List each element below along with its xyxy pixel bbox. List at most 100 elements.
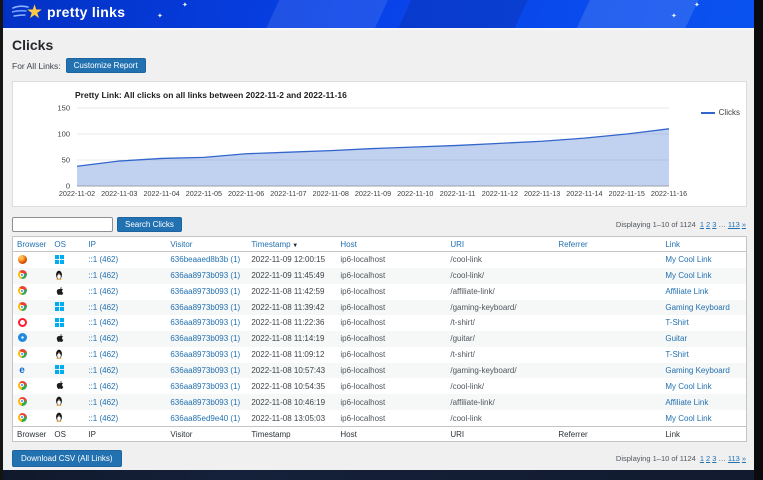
visitor-link[interactable]: 636aa8973b093 (1) bbox=[170, 318, 240, 327]
windows-os-icon bbox=[54, 254, 64, 264]
ip-link[interactable]: ::1 (462) bbox=[88, 318, 118, 327]
col-header-os[interactable]: OS bbox=[50, 427, 84, 442]
cell-visitor: 636aa8973b093 (1) bbox=[166, 378, 247, 394]
report-toolbar: For All Links: Customize Report bbox=[12, 58, 747, 73]
search-input[interactable] bbox=[12, 217, 113, 232]
table-row: ::1 (462)636aa8973b093 (1)2022-11-08 11:… bbox=[13, 315, 747, 331]
col-header-referrer[interactable]: Referrer bbox=[554, 427, 661, 442]
cell-ip: ::1 (462) bbox=[84, 378, 166, 394]
visitor-link[interactable]: 636aa8973b093 (1) bbox=[170, 366, 240, 375]
page-link-1[interactable]: 1 bbox=[700, 454, 704, 463]
link-name-link[interactable]: Gaming Keyboard bbox=[665, 303, 729, 312]
table-row: ::1 (462)636aa8973b093 (1)2022-11-08 11:… bbox=[13, 331, 747, 347]
table-row: ::1 (462)636beaaed8b3b (1)2022-11-09 12:… bbox=[13, 252, 747, 268]
cell-ip: ::1 (462) bbox=[84, 394, 166, 410]
ip-link[interactable]: ::1 (462) bbox=[88, 334, 118, 343]
col-header-link[interactable]: Link bbox=[661, 237, 746, 252]
link-name-link[interactable]: My Cool Link bbox=[665, 382, 711, 391]
visitor-link[interactable]: 636aa8973b093 (1) bbox=[170, 303, 240, 312]
visitor-link[interactable]: 636aa8973b093 (1) bbox=[170, 271, 240, 280]
ip-link[interactable]: ::1 (462) bbox=[88, 414, 118, 423]
link-name-link[interactable]: Affiliate Link bbox=[665, 398, 708, 407]
cell-os bbox=[50, 410, 84, 427]
window-edge-right bbox=[754, 0, 763, 480]
cell-link: T-Shirt bbox=[661, 347, 746, 363]
ip-link[interactable]: ::1 (462) bbox=[88, 398, 118, 407]
col-header-timestamp[interactable]: Timestamp bbox=[247, 427, 336, 442]
cell-visitor: 636beaaed8b3b (1) bbox=[166, 252, 247, 268]
logo-text: pretty links bbox=[47, 4, 125, 20]
page-link-3[interactable]: 3 bbox=[712, 454, 716, 463]
link-name-link[interactable]: T-Shirt bbox=[665, 350, 689, 359]
col-header-ip[interactable]: IP bbox=[84, 427, 166, 442]
visitor-link[interactable]: 636aa8973b093 (1) bbox=[170, 287, 240, 296]
page-link-113[interactable]: 113 bbox=[728, 220, 740, 229]
ip-link[interactable]: ::1 (462) bbox=[88, 287, 118, 296]
col-header-timestamp[interactable]: Timestamp ▼ bbox=[247, 237, 336, 252]
link-name-link[interactable]: My Cool Link bbox=[665, 271, 711, 280]
cell-uri: /affiliate-link/ bbox=[446, 284, 554, 300]
page-link-»[interactable]: » bbox=[742, 220, 746, 229]
cell-timestamp: 2022-11-08 11:42:59 bbox=[247, 284, 336, 300]
customize-report-button[interactable]: Customize Report bbox=[66, 58, 146, 73]
page-link-»[interactable]: » bbox=[742, 454, 746, 463]
cell-os bbox=[50, 252, 84, 268]
cell-uri: /cool-link bbox=[446, 410, 554, 427]
visitor-link[interactable]: 636aa8973b093 (1) bbox=[170, 334, 240, 343]
link-name-link[interactable]: Affiliate Link bbox=[665, 287, 708, 296]
col-header-ip[interactable]: IP bbox=[84, 237, 166, 252]
cell-link: Affiliate Link bbox=[661, 394, 746, 410]
col-header-os[interactable]: OS bbox=[50, 237, 84, 252]
page-link-1[interactable]: 1 bbox=[700, 220, 704, 229]
link-name-link[interactable]: T-Shirt bbox=[665, 318, 689, 327]
pagination-top: Displaying 1–10 of 1124 123…113» bbox=[616, 220, 747, 229]
x-tick-label: 2022-11-12 bbox=[482, 189, 518, 198]
page-link-3[interactable]: 3 bbox=[712, 220, 716, 229]
link-name-link[interactable]: Guitar bbox=[665, 334, 687, 343]
cell-ip: ::1 (462) bbox=[84, 300, 166, 316]
ip-link[interactable]: ::1 (462) bbox=[88, 366, 118, 375]
search-clicks-button[interactable]: Search Clicks bbox=[117, 217, 182, 232]
pretty-links-banner: ✦ ✦ ✦ ✦ ★ pretty links bbox=[0, 0, 763, 30]
col-header-referrer[interactable]: Referrer bbox=[554, 237, 661, 252]
cell-host: ip6-localhost bbox=[336, 252, 446, 268]
cell-link: Guitar bbox=[661, 331, 746, 347]
cell-host: ip6-localhost bbox=[336, 363, 446, 379]
cell-timestamp: 2022-11-08 11:09:12 bbox=[247, 347, 336, 363]
col-header-browser[interactable]: Browser bbox=[13, 427, 51, 442]
visitor-link[interactable]: 636aa8973b093 (1) bbox=[170, 350, 240, 359]
visitor-link[interactable]: 636aa8973b093 (1) bbox=[170, 398, 240, 407]
cell-uri: /cool-link bbox=[446, 252, 554, 268]
col-header-visitor[interactable]: Visitor bbox=[166, 427, 247, 442]
visitor-link[interactable]: 636beaaed8b3b (1) bbox=[170, 255, 240, 264]
cell-host: ip6-localhost bbox=[336, 300, 446, 316]
cell-referrer bbox=[554, 410, 661, 427]
col-header-host[interactable]: Host bbox=[336, 427, 446, 442]
visitor-link[interactable]: 636aa85ed9e40 (1) bbox=[170, 414, 240, 423]
cell-link: Gaming Keyboard bbox=[661, 300, 746, 316]
x-tick-label: 2022-11-10 bbox=[397, 189, 433, 198]
ip-link[interactable]: ::1 (462) bbox=[88, 271, 118, 280]
ip-link[interactable]: ::1 (462) bbox=[88, 350, 118, 359]
link-name-link[interactable]: Gaming Keyboard bbox=[665, 366, 729, 375]
ip-link[interactable]: ::1 (462) bbox=[88, 255, 118, 264]
col-header-uri[interactable]: URI bbox=[446, 237, 554, 252]
visitor-link[interactable]: 636aa8973b093 (1) bbox=[170, 382, 240, 391]
col-header-uri[interactable]: URI bbox=[446, 427, 554, 442]
page-link-2[interactable]: 2 bbox=[706, 220, 710, 229]
chrome-browser-icon bbox=[17, 380, 27, 390]
col-header-visitor[interactable]: Visitor bbox=[166, 237, 247, 252]
page-link-2[interactable]: 2 bbox=[706, 454, 710, 463]
cell-link: My Cool Link bbox=[661, 410, 746, 427]
clicks-chart: 0501001502022-11-022022-11-032022-11-042… bbox=[21, 102, 721, 198]
col-header-browser[interactable]: Browser bbox=[13, 237, 51, 252]
ip-link[interactable]: ::1 (462) bbox=[88, 382, 118, 391]
page-link-113[interactable]: 113 bbox=[728, 454, 740, 463]
ip-link[interactable]: ::1 (462) bbox=[88, 303, 118, 312]
cell-timestamp: 2022-11-08 13:05:03 bbox=[247, 410, 336, 427]
link-name-link[interactable]: My Cool Link bbox=[665, 255, 711, 264]
col-header-link[interactable]: Link bbox=[661, 427, 746, 442]
col-header-host[interactable]: Host bbox=[336, 237, 446, 252]
download-csv-button[interactable]: Download CSV (All Links) bbox=[12, 450, 122, 467]
link-name-link[interactable]: My Cool Link bbox=[665, 414, 711, 423]
